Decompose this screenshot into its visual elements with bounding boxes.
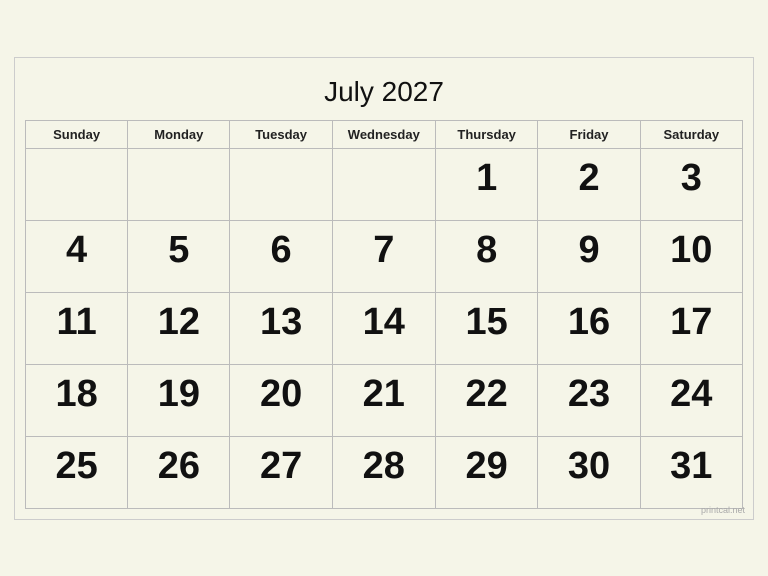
day-cell-13: 13	[230, 292, 332, 364]
day-cell-28: 28	[332, 436, 435, 508]
day-header-row: SundayMondayTuesdayWednesdayThursdayFrid…	[26, 120, 743, 148]
day-cell-29: 29	[435, 436, 537, 508]
week-row-0: 123	[26, 148, 743, 220]
day-header-sunday: Sunday	[26, 120, 128, 148]
day-cell-27: 27	[230, 436, 332, 508]
day-header-friday: Friday	[538, 120, 640, 148]
day-header-wednesday: Wednesday	[332, 120, 435, 148]
day-cell-6: 6	[230, 220, 332, 292]
week-row-2: 11121314151617	[26, 292, 743, 364]
calendar-table: SundayMondayTuesdayWednesdayThursdayFrid…	[25, 120, 743, 509]
empty-cell-0-3	[332, 148, 435, 220]
day-cell-7: 7	[332, 220, 435, 292]
day-cell-10: 10	[640, 220, 742, 292]
day-cell-14: 14	[332, 292, 435, 364]
calendar-title: July 2027	[25, 68, 743, 120]
day-cell-22: 22	[435, 364, 537, 436]
day-cell-26: 26	[128, 436, 230, 508]
day-header-saturday: Saturday	[640, 120, 742, 148]
week-row-4: 25262728293031	[26, 436, 743, 508]
day-header-monday: Monday	[128, 120, 230, 148]
week-row-3: 18192021222324	[26, 364, 743, 436]
week-row-1: 45678910	[26, 220, 743, 292]
day-cell-30: 30	[538, 436, 640, 508]
day-cell-19: 19	[128, 364, 230, 436]
day-cell-3: 3	[640, 148, 742, 220]
day-cell-11: 11	[26, 292, 128, 364]
day-cell-15: 15	[435, 292, 537, 364]
day-cell-17: 17	[640, 292, 742, 364]
day-header-thursday: Thursday	[435, 120, 537, 148]
day-cell-21: 21	[332, 364, 435, 436]
day-cell-24: 24	[640, 364, 742, 436]
empty-cell-0-2	[230, 148, 332, 220]
empty-cell-0-1	[128, 148, 230, 220]
day-header-tuesday: Tuesday	[230, 120, 332, 148]
day-cell-31: 31	[640, 436, 742, 508]
day-cell-12: 12	[128, 292, 230, 364]
empty-cell-0-0	[26, 148, 128, 220]
day-cell-1: 1	[435, 148, 537, 220]
day-cell-18: 18	[26, 364, 128, 436]
day-cell-8: 8	[435, 220, 537, 292]
day-cell-20: 20	[230, 364, 332, 436]
day-cell-5: 5	[128, 220, 230, 292]
day-cell-23: 23	[538, 364, 640, 436]
day-cell-4: 4	[26, 220, 128, 292]
day-cell-25: 25	[26, 436, 128, 508]
watermark: printcal.net	[701, 505, 745, 515]
calendar-container: July 2027 SundayMondayTuesdayWednesdayTh…	[14, 57, 754, 520]
day-cell-9: 9	[538, 220, 640, 292]
day-cell-16: 16	[538, 292, 640, 364]
day-cell-2: 2	[538, 148, 640, 220]
